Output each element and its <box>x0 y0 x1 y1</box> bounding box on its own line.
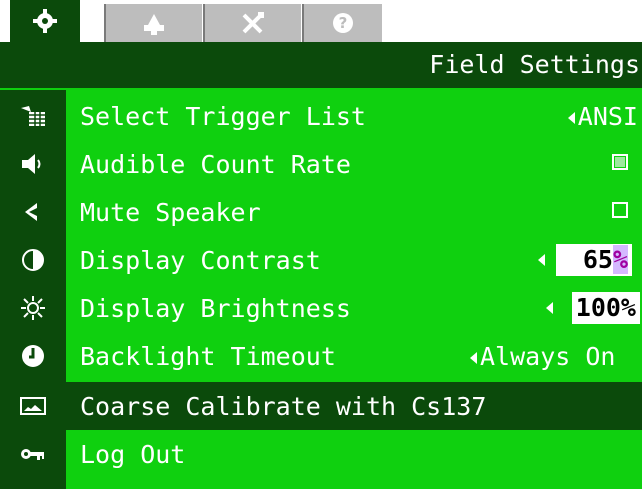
backlight-timeout-value[interactable]: Always On <box>470 342 615 371</box>
menu-item-label: Select Trigger List <box>80 102 366 131</box>
menu-item-label: Display Contrast <box>80 246 321 275</box>
mute-icon <box>0 188 66 236</box>
menu-item-label: Mute Speaker <box>80 198 261 227</box>
tools-icon <box>242 12 264 34</box>
contrast-value[interactable]: 65% <box>556 244 632 276</box>
mute-speaker-checkbox[interactable] <box>612 202 628 218</box>
menu-item-log-out[interactable]: Log Out <box>0 430 642 478</box>
header-bar: Field Settings <box>0 42 642 90</box>
menu-item-label: Audible Count Rate <box>80 150 351 179</box>
menu-item-backlight-timeout[interactable]: Backlight Timeout Always On <box>0 332 642 380</box>
tab-settings[interactable] <box>10 0 80 42</box>
menu-item-display-brightness[interactable]: Display Brightness 100% <box>0 284 642 332</box>
help-icon: ? <box>333 13 353 33</box>
speaker-icon <box>0 140 66 188</box>
menu-item-audible-count-rate[interactable]: Audible Count Rate <box>0 140 642 188</box>
svg-text:?: ? <box>339 14 348 32</box>
gear-icon <box>33 9 57 33</box>
page-title: Field Settings <box>429 50 640 79</box>
tab-help[interactable]: ? <box>302 4 382 42</box>
menu-item-label: Backlight Timeout <box>80 342 336 371</box>
left-arrow-icon[interactable] <box>538 254 545 266</box>
device-screen: ? Field Settings Select Trigger List ANS… <box>0 0 642 489</box>
tab-user[interactable] <box>104 4 202 42</box>
menu-item-display-contrast[interactable]: Display Contrast 65% <box>0 236 642 284</box>
brightness-value[interactable]: 100% <box>571 292 640 324</box>
menu-item-label: Display Brightness <box>80 294 351 323</box>
person-icon <box>144 14 164 35</box>
menu-item-label: Log Out <box>80 440 186 469</box>
menu-item-mute-speaker[interactable]: Mute Speaker <box>0 188 642 236</box>
trigger-list-value[interactable]: ANSI <box>567 102 638 131</box>
divider <box>0 88 642 90</box>
menu-item-label: Coarse Calibrate with Cs137 <box>80 392 487 421</box>
timer-icon <box>0 332 66 380</box>
tab-bar: ? <box>0 0 642 42</box>
left-arrow-icon <box>567 112 575 124</box>
menu-item-select-trigger-list[interactable]: Select Trigger List ANSI <box>0 92 642 140</box>
audible-count-rate-checkbox[interactable] <box>612 154 628 170</box>
menu-item-coarse-calibrate[interactable]: Coarse Calibrate with Cs137 <box>0 382 642 430</box>
left-arrow-icon[interactable] <box>546 302 553 314</box>
tab-tools[interactable] <box>203 4 301 42</box>
brightness-icon <box>0 284 66 332</box>
left-arrow-icon <box>470 352 477 364</box>
contrast-icon <box>0 236 66 284</box>
calibrate-icon <box>0 382 66 430</box>
key-icon <box>0 430 66 478</box>
trigger-list-icon <box>0 92 66 140</box>
